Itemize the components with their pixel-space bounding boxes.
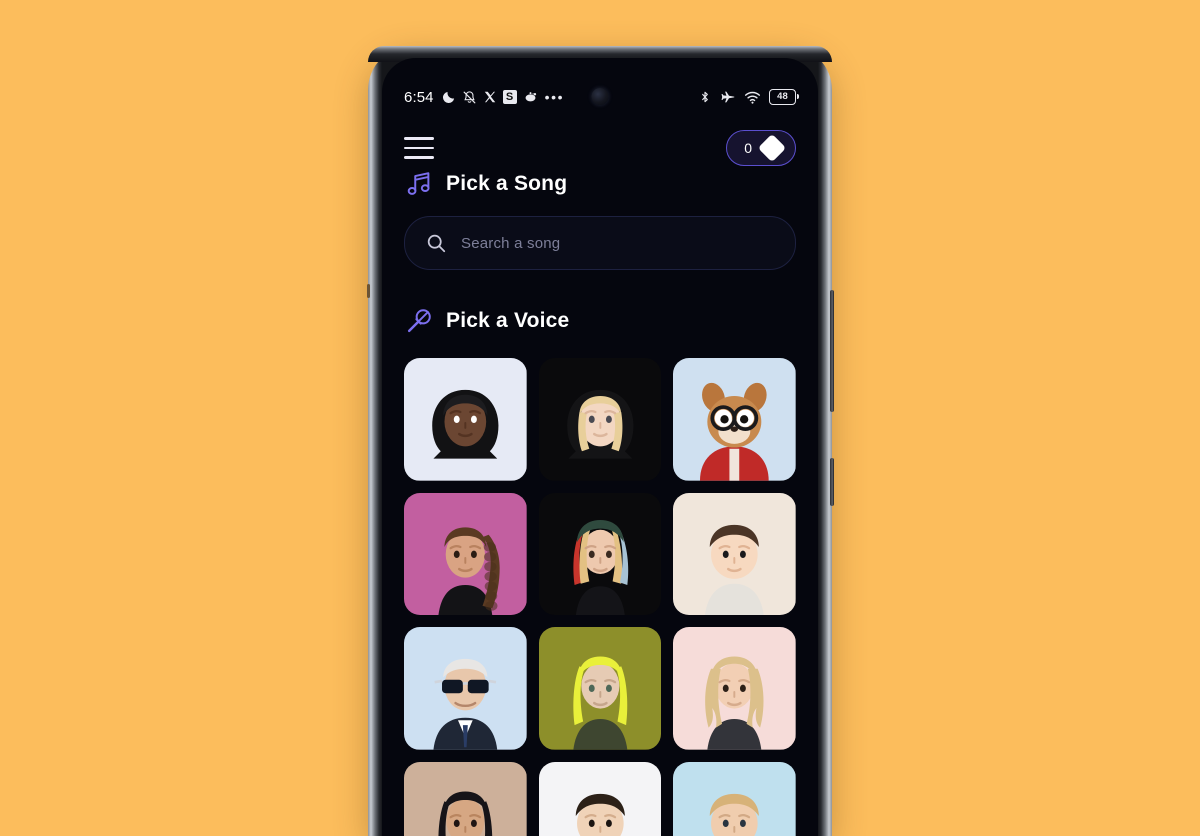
volume-button[interactable] xyxy=(830,290,834,412)
credits-count: 0 xyxy=(744,140,752,156)
voice-tile-wavy-blonde[interactable] xyxy=(673,627,796,751)
pick-a-voice-section: Pick a Voice xyxy=(382,305,818,337)
voice-tile-blonde-man[interactable] xyxy=(673,762,796,836)
search-input-placeholder: Search a song xyxy=(461,234,561,252)
more-icons-overflow: ••• xyxy=(544,89,565,105)
phone-screen: 6:54 S ••• 48 0 Pick a Song Search a son… xyxy=(382,58,818,836)
pick-a-song-title: Pick a Song xyxy=(446,172,568,195)
phone-device: 6:54 S ••• 48 0 Pick a Song Search a son… xyxy=(367,46,834,836)
pick-a-song-section: Pick a Song Search a song xyxy=(382,168,818,270)
pick-a-voice-title: Pick a Voice xyxy=(446,309,570,332)
voice-tile-chipmunk-glasses[interactable] xyxy=(673,358,796,481)
notifications-muted-icon xyxy=(462,90,477,105)
power-button[interactable] xyxy=(830,458,834,506)
pick-a-voice-header: Pick a Voice xyxy=(382,305,818,337)
voice-tile-blonde-hoodie[interactable] xyxy=(538,358,662,481)
reddit-icon xyxy=(523,90,538,104)
bluetooth-icon xyxy=(698,89,712,105)
voice-grid xyxy=(382,358,818,836)
left-edge-detail xyxy=(367,284,370,298)
battery-level-text: 48 xyxy=(777,91,788,103)
do-not-disturb-moon-icon xyxy=(441,90,456,105)
voice-tile-dark-hair-person[interactable] xyxy=(538,762,662,836)
hamburger-menu-icon[interactable] xyxy=(404,137,434,159)
credits-pill[interactable]: 0 xyxy=(726,130,796,166)
battery-icon: 48 xyxy=(769,89,799,105)
status-clock: 6:54 xyxy=(404,88,434,106)
voice-tile-neon-blonde[interactable] xyxy=(538,627,662,751)
voice-tile-colorful-hair[interactable] xyxy=(538,492,662,616)
wifi-icon xyxy=(744,90,761,105)
status-bar-right: 48 xyxy=(698,89,799,105)
voice-tile-braided-girl[interactable] xyxy=(404,492,527,616)
search-icon xyxy=(427,234,446,253)
voice-tile-cartoon-boy[interactable] xyxy=(673,492,796,616)
diamond-gem-icon xyxy=(757,133,787,163)
s-app-icon: S xyxy=(502,90,517,104)
status-bar-left: 6:54 S ••• xyxy=(404,89,564,106)
voice-tile-dark-hair-woman[interactable] xyxy=(404,762,527,836)
voice-tile-rapper-hoodie[interactable] xyxy=(404,358,527,481)
music-note-icon xyxy=(407,172,430,195)
search-song-field[interactable]: Search a song xyxy=(404,216,796,270)
airplane-mode-icon xyxy=(720,89,736,105)
voice-tile-president-sunglasses[interactable] xyxy=(404,627,527,751)
x-twitter-icon xyxy=(483,90,497,104)
microphone-icon xyxy=(407,309,431,333)
pick-a-song-header: Pick a Song xyxy=(382,168,818,200)
status-bar: 6:54 S ••• 48 xyxy=(382,84,818,110)
